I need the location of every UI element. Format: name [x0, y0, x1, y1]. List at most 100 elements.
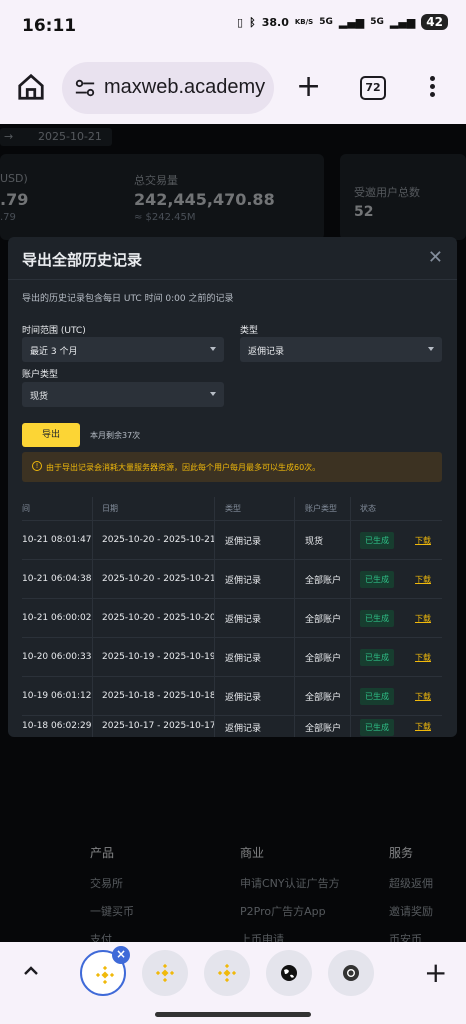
globe-icon	[281, 965, 297, 981]
cell-time: 10-21 08:01:47	[22, 535, 92, 545]
cell-type: 返佣记录	[225, 653, 262, 664]
time-range-value: 最近 3 个月	[30, 347, 78, 357]
download-link[interactable]: 下载	[415, 613, 431, 624]
cell-account: 全部账户	[305, 614, 342, 625]
table-row: 10-21 06:04:38 2025-10-20 - 2025-10-21 返…	[22, 560, 442, 599]
column-header: 间	[22, 504, 30, 513]
vibrate-icon: ▯	[237, 15, 244, 29]
url-bar[interactable]: maxweb.academy	[62, 62, 274, 114]
status-icons: ▯ ᛒ 38.0 KB/S 5G ▂▄▆ 5G ▂▄▆ 42	[237, 14, 448, 30]
modal-description: 导出的历史记录包含每日 UTC 时间 0:00 之前的记录	[22, 294, 234, 304]
type-value: 返佣记录	[248, 347, 285, 357]
cell-type: 返佣记录	[225, 614, 262, 625]
table-row: 10-19 06:01:12 2025-10-18 - 2025-10-18 返…	[22, 677, 442, 716]
cell-account: 全部账户	[305, 575, 342, 586]
tab-thumbnail[interactable]	[204, 950, 250, 996]
cell-type: 返佣记录	[225, 692, 262, 703]
status-bar: 16:11 ▯ ᛒ 38.0 KB/S 5G ▂▄▆ 5G ▂▄▆ 42	[0, 0, 466, 52]
site-settings-icon[interactable]	[74, 78, 96, 98]
browser-toolbar: maxweb.academy + 72	[0, 52, 466, 124]
cell-account: 全部账户	[305, 692, 342, 703]
cell-type: 返佣记录	[225, 724, 262, 734]
export-button[interactable]: 导出	[22, 423, 80, 447]
cell-time: 10-18 06:02:29	[22, 721, 92, 731]
tab-strip: × +	[0, 942, 466, 1024]
time-range-select[interactable]: 最近 3 个月	[22, 337, 224, 362]
download-link[interactable]: 下载	[415, 574, 431, 585]
chevron-up-icon[interactable]	[22, 962, 40, 980]
bluetooth-icon: ᛒ	[249, 15, 256, 29]
cell-date: 2025-10-18 - 2025-10-18	[102, 691, 216, 701]
new-tab-icon[interactable]: +	[424, 956, 447, 989]
close-tab-icon[interactable]: ×	[112, 946, 130, 964]
table-row: 10-21 08:01:47 2025-10-20 - 2025-10-21 返…	[22, 521, 442, 560]
type-select[interactable]: 返佣记录	[240, 337, 442, 362]
signal-icon: ▂▄▆	[338, 15, 365, 29]
tab-thumbnail-active[interactable]: ×	[80, 946, 130, 996]
cell-date: 2025-10-19 - 2025-10-19	[102, 652, 216, 662]
export-table: 间 日期 类型 账户类型 状态 10-21 08:01:47 2025-10-2…	[22, 497, 442, 737]
close-icon[interactable]: ✕	[428, 247, 443, 268]
speed-unit: KB/S	[294, 18, 314, 26]
table-row: 10-20 06:00:33 2025-10-19 - 2025-10-19 返…	[22, 638, 442, 677]
binance-icon	[95, 965, 115, 985]
notice-text: 由于导出记录会消耗大量服务器资源，因此每个用户每月最多可以生成60次。	[46, 463, 321, 472]
status-badge: 已生成	[360, 648, 394, 666]
cell-date: 2025-10-20 - 2025-10-21	[102, 574, 216, 584]
network-5g-label-2: 5G	[370, 17, 384, 27]
status-badge: 已生成	[360, 570, 394, 588]
more-menu-icon[interactable]	[430, 76, 438, 100]
warning-icon: !	[32, 461, 42, 471]
download-link[interactable]: 下载	[415, 535, 431, 546]
home-icon[interactable]	[16, 72, 46, 102]
network-5g-label: 5G	[319, 17, 333, 27]
gesture-bar	[155, 1012, 311, 1017]
download-link[interactable]: 下载	[415, 652, 431, 663]
tab-thumbnail[interactable]	[266, 950, 312, 996]
cell-time: 10-20 06:00:33	[22, 652, 92, 662]
chevron-down-icon	[210, 392, 216, 396]
notice-banner: ! 由于导出记录会消耗大量服务器资源，因此每个用户每月最多可以生成60次。	[22, 452, 442, 482]
time-range-label: 时间范围 (UTC)	[22, 326, 86, 336]
clock: 16:11	[22, 16, 77, 36]
account-type-select[interactable]: 现货	[22, 382, 224, 407]
remaining-count: 本月剩余37次	[90, 431, 141, 440]
download-link[interactable]: 下载	[415, 721, 431, 732]
modal-title: 导出全部历史记录	[22, 251, 143, 269]
export-history-modal: 导出全部历史记录 ✕ 导出的历史记录包含每日 UTC 时间 0:00 之前的记录…	[8, 237, 457, 737]
url-text[interactable]: maxweb.academy	[104, 76, 269, 99]
cell-date: 2025-10-20 - 2025-10-21	[102, 535, 216, 545]
cell-time: 10-19 06:01:12	[22, 691, 92, 701]
download-link[interactable]: 下载	[415, 691, 431, 702]
new-tab-icon[interactable]: +	[296, 72, 321, 102]
cell-account: 全部账户	[305, 653, 342, 664]
column-header: 日期	[102, 504, 118, 513]
account-type-label: 账户类型	[22, 370, 59, 380]
cell-time: 10-21 06:00:02	[22, 613, 92, 623]
status-badge: 已生成	[360, 719, 394, 736]
tab-thumbnail[interactable]	[328, 950, 374, 996]
cell-time: 10-21 06:04:38	[22, 574, 92, 584]
cell-date: 2025-10-17 - 2025-10-17	[102, 721, 216, 731]
table-row: 10-18 06:02:29 2025-10-17 - 2025-10-17 返…	[22, 716, 442, 737]
table-header: 间 日期 类型 账户类型 状态	[22, 497, 442, 521]
column-header: 状态	[360, 504, 376, 513]
type-label: 类型	[240, 326, 259, 336]
binance-icon	[155, 963, 175, 983]
column-header: 类型	[225, 504, 241, 513]
tab-thumbnail[interactable]	[142, 950, 188, 996]
status-badge: 已生成	[360, 687, 394, 705]
battery-icon: 42	[421, 14, 448, 30]
tab-switcher-button[interactable]: 72	[360, 76, 386, 100]
account-type-value: 现货	[30, 392, 49, 402]
cell-date: 2025-10-20 - 2025-10-20	[102, 613, 216, 623]
cell-type: 返佣记录	[225, 575, 262, 586]
status-badge: 已生成	[360, 609, 394, 627]
table-row: 10-21 06:00:02 2025-10-20 - 2025-10-20 返…	[22, 599, 442, 638]
cell-account: 全部账户	[305, 724, 342, 734]
chevron-down-icon	[210, 347, 216, 351]
cell-account: 现货	[305, 536, 324, 547]
binance-icon	[217, 963, 237, 983]
chevron-down-icon	[428, 347, 434, 351]
status-badge: 已生成	[360, 531, 394, 549]
